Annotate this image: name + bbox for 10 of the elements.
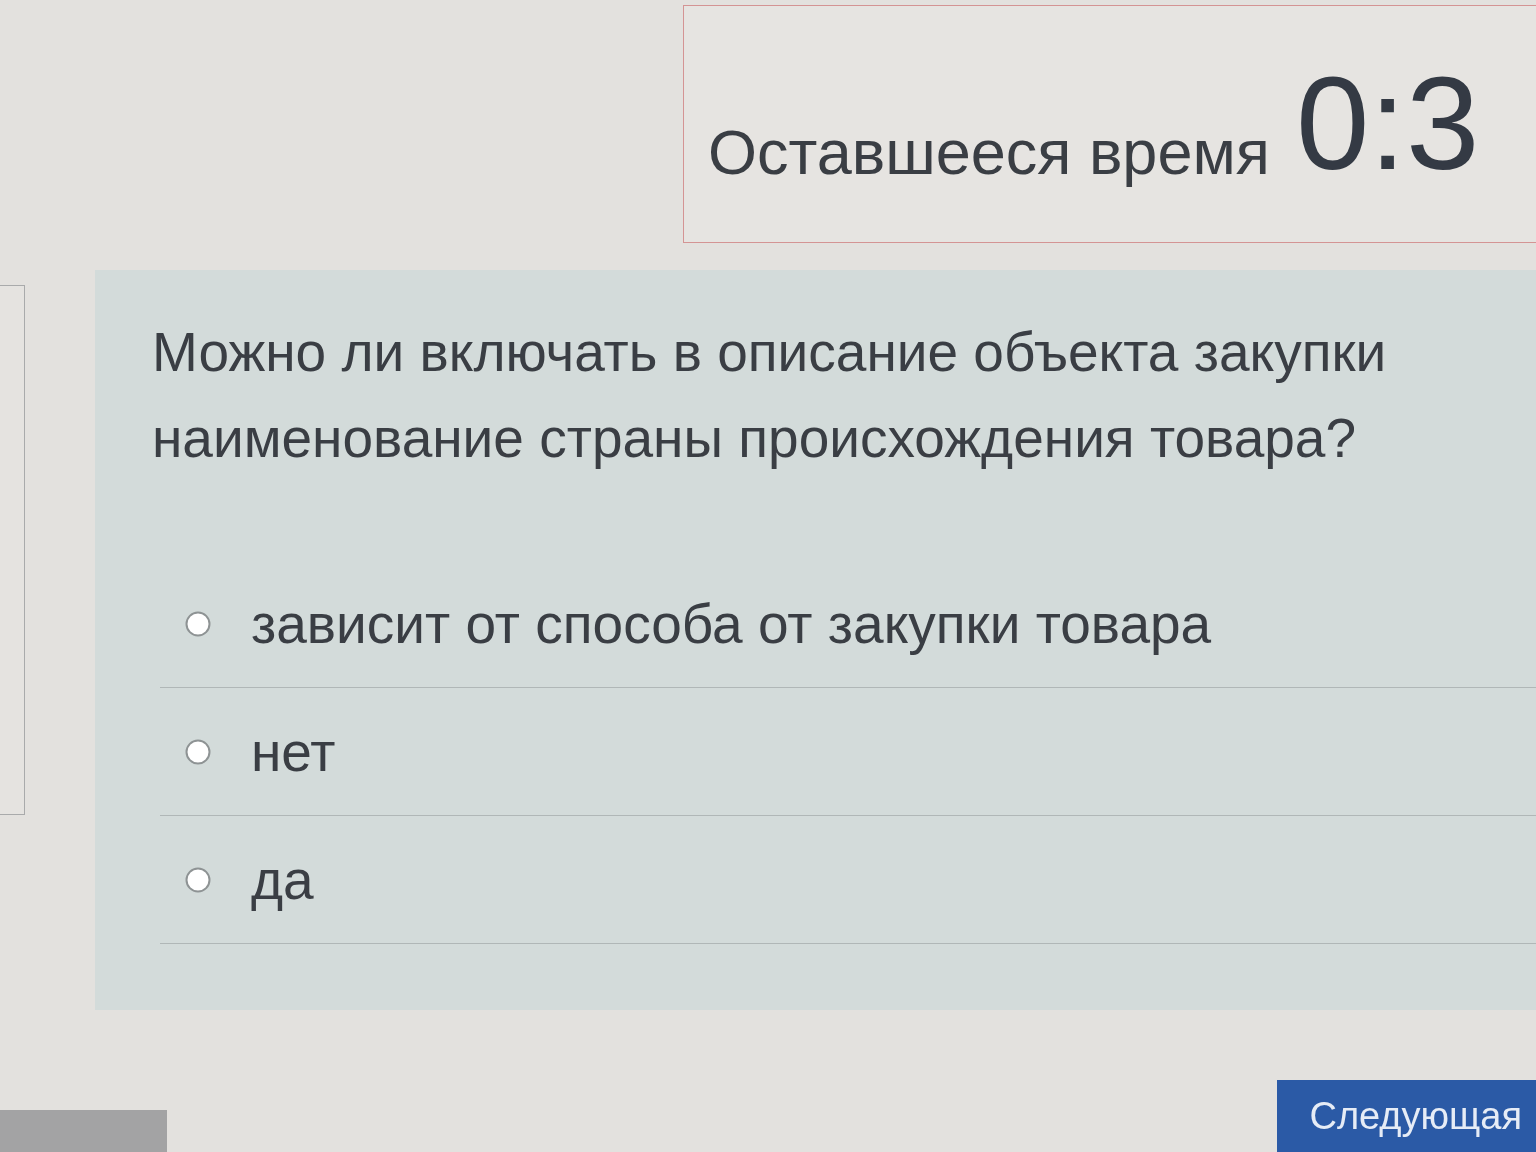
radio-button[interactable]: [185, 866, 211, 893]
radio-button[interactable]: [185, 610, 211, 637]
question-text: Можно ли включать в описание объекта закупки наименование страны происхождения товара?: [152, 320, 1388, 471]
answer-option[interactable]: зависит от способа от закупки товара: [251, 590, 1212, 657]
radio-button[interactable]: [185, 738, 211, 765]
timer-label: Оставшееся время: [708, 121, 1270, 189]
next-button[interactable]: Следующая: [1277, 1080, 1536, 1152]
answer-option[interactable]: да: [251, 846, 314, 913]
answer-option[interactable]: нет: [251, 718, 336, 785]
timer-value: 0:3: [1295, 58, 1480, 190]
